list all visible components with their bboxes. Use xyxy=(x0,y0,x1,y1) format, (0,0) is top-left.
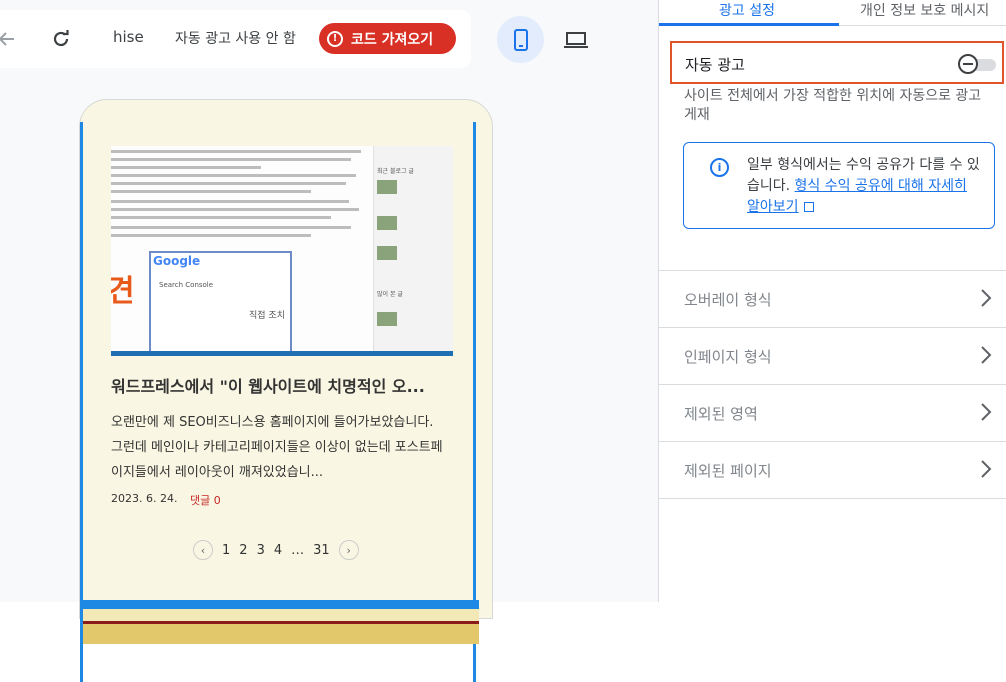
row-in-page-formats[interactable]: 인페이지 형식 xyxy=(659,327,1006,384)
page-link[interactable]: 31 xyxy=(313,543,330,558)
row-excluded-pages[interactable]: 제외된 페이지 xyxy=(659,441,1006,498)
back-arrow-icon[interactable] xyxy=(0,24,22,54)
row-divider xyxy=(659,498,1006,499)
page-link[interactable]: 3 xyxy=(257,543,265,558)
post-thumbnail: 최근 블로그 글 많이 본 글 Google Search Console 직접… xyxy=(111,146,453,356)
get-code-button[interactable]: ! 코드 가져오기 xyxy=(319,23,456,54)
row-overlay-formats[interactable]: 오버레이 형식 xyxy=(659,270,1006,327)
auto-ads-toggle[interactable] xyxy=(958,54,996,74)
preview-toolbar: hise 자동 광고 사용 안 함 ! 코드 가져오기 xyxy=(0,10,471,68)
pagination: ‹ 1 2 3 4 … 31 › xyxy=(193,539,359,561)
auto-ads-section: 자동 광고 xyxy=(670,41,1004,84)
toggle-knob xyxy=(958,54,978,74)
page-link[interactable]: 4 xyxy=(274,543,282,558)
post-date: 2023. 6. 24. xyxy=(111,492,178,505)
chevron-right-icon xyxy=(981,346,992,364)
site-name: hise xyxy=(113,28,144,46)
auto-ads-description: 사이트 전체에서 가장 적합한 위치에 자동으로 광고 게재 xyxy=(684,88,982,123)
page-ellipsis: … xyxy=(291,542,305,558)
page-link[interactable]: 1 xyxy=(222,543,230,558)
mobile-preview: 최근 블로그 글 많이 본 글 Google Search Console 직접… xyxy=(79,99,493,682)
preview-page: 최근 블로그 글 많이 본 글 Google Search Console 직접… xyxy=(80,122,479,682)
info-icon: i xyxy=(710,158,729,177)
tab-privacy-messages[interactable]: 개인 정보 보호 메시지 xyxy=(860,0,989,20)
next-page-icon[interactable]: › xyxy=(338,540,359,560)
desktop-view-button[interactable] xyxy=(556,16,596,63)
chevron-right-icon xyxy=(981,289,992,307)
preview-area: hise 자동 광고 사용 안 함 ! 코드 가져오기 최근 블로그 글 많이 … xyxy=(0,0,658,682)
auto-ads-status: 자동 광고 사용 안 함 xyxy=(175,31,296,47)
phone-icon xyxy=(513,28,528,51)
post-excerpt: 오랜만에 제 SEO비즈니스용 홈페이지에 들어가보았습니다. 그런데 메인이나… xyxy=(111,415,443,480)
chevron-right-icon xyxy=(981,403,992,421)
active-tab-indicator xyxy=(659,23,839,26)
get-code-label: 코드 가져오기 xyxy=(351,31,434,48)
post-title[interactable]: 워드프레스에서 "이 웹사이트에 치명적인 오... xyxy=(111,373,455,397)
revenue-share-notice: i 일부 형식에서는 수익 공유가 다를 수 있습니다. 형식 수익 공유에 대… xyxy=(683,142,995,229)
prev-page-icon[interactable]: ‹ xyxy=(193,540,213,560)
laptop-icon xyxy=(564,31,588,48)
page-link[interactable]: 2 xyxy=(239,543,247,558)
open-in-new-icon xyxy=(803,202,814,212)
row-excluded-areas[interactable]: 제외된 영역 xyxy=(659,384,1006,441)
mobile-view-button[interactable] xyxy=(497,16,544,63)
auto-ads-label: 자동 광고 xyxy=(685,56,745,74)
settings-panel: 광고 설정 개인 정보 보호 메시지 자동 광고 사이트 전체에서 가장 적합한… xyxy=(659,0,1006,602)
chevron-right-icon xyxy=(981,460,992,478)
settings-tabs: 광고 설정 개인 정보 보호 메시지 xyxy=(659,0,1006,26)
refresh-icon[interactable] xyxy=(46,24,76,54)
alert-icon: ! xyxy=(327,30,343,47)
comment-count[interactable]: 댓글 0 xyxy=(190,492,221,508)
tab-ad-settings[interactable]: 광고 설정 xyxy=(719,0,775,20)
